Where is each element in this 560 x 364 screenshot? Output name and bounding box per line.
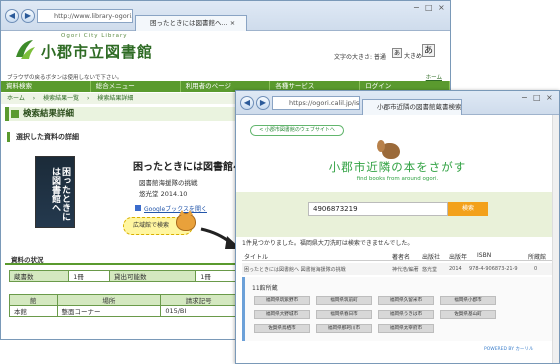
browser-tab[interactable]: 小郡市近隣の図書館蔵書検索 ×: [362, 99, 462, 115]
breadcrumb-separator: ›: [32, 95, 36, 102]
calil-page-title: 小郡市近隣の本をさがす: [328, 160, 467, 174]
close-icon[interactable]: ×: [438, 3, 445, 12]
column-header-location: 場所: [56, 294, 162, 306]
holdings-count-table: 蔵書数 1冊 貸出可能数 1冊: [8, 270, 237, 282]
column-header-holdings: 所蔵館: [528, 254, 547, 261]
column-header-branch: 館: [9, 294, 58, 306]
library-chip[interactable]: 福岡県大野城市: [254, 310, 310, 319]
column-header-year: 出版年: [449, 254, 468, 261]
notice-bar: ブラウザの戻るボタンは使用しないで下さい。 ホーム: [1, 73, 450, 81]
location-table: 館 場所 請求記号 本館 整面コーナー 015/BI: [9, 294, 237, 317]
address-bar[interactable]: http://www.library-ogori.jp/: [37, 9, 133, 23]
search-button[interactable]: 検索: [448, 202, 488, 216]
column-header-title: タイトル: [244, 254, 269, 261]
cell-year: 2014: [449, 266, 462, 272]
forward-button[interactable]: ▶: [21, 9, 35, 23]
column-header-publisher: 出版社: [422, 254, 441, 261]
holdings-heading: 資料の状況: [5, 255, 235, 265]
column-header-call-number: 請求記号: [160, 294, 237, 306]
available-label: 貸出可能数: [108, 270, 197, 282]
browser-tab[interactable]: 困ったときには図書館へ... ×: [135, 15, 247, 31]
close-icon[interactable]: ×: [546, 93, 553, 102]
holdings-value: 1冊: [68, 270, 110, 282]
library-system-name: 11館所蔵: [252, 285, 278, 292]
calil-browser-window: ◀ ▶ https://ogori.calil.jp/isbn 小郡市近隣の図書…: [235, 90, 560, 364]
library-chip[interactable]: 佐賀県基山町: [440, 310, 496, 319]
book-icon: [135, 205, 141, 211]
library-chip[interactable]: 福岡県那珂川市: [316, 324, 372, 333]
forward-button[interactable]: ▶: [256, 96, 270, 110]
cover-title: 困ったときには図書館へ: [50, 167, 70, 221]
library-chip[interactable]: 福岡県筑紫野市: [254, 296, 310, 305]
google-books-label: Googleブックスを開く: [144, 206, 207, 213]
cell-title[interactable]: 困ったときには図書館へ 図書館海援隊の挑戦: [244, 266, 346, 273]
browser-chrome: ◀ ▶ http://www.library-ogori.jp/ 困ったときには…: [1, 1, 450, 31]
results-table-header: タイトル 著者名 出版社 出版年 ISBN 所蔵館: [242, 251, 552, 261]
breadcrumb-home[interactable]: ホーム: [7, 95, 25, 102]
breadcrumb-separator: ›: [87, 95, 90, 102]
table-row[interactable]: 困ったときには図書館へ 図書館海援隊の挑戦 神代浩/編著 悠光堂 2014 97…: [242, 263, 552, 275]
nav-item-menu[interactable]: 総合メニュー: [91, 81, 181, 92]
fontsize-large-button[interactable]: あ: [422, 44, 435, 57]
library-chip[interactable]: 福岡県太宰府市: [378, 324, 434, 333]
cell-location: 整面コーナー: [56, 305, 162, 317]
section-heading-detail: 選択した資料の詳細: [7, 132, 79, 142]
home-link[interactable]: ホーム: [426, 73, 442, 81]
scrollbar[interactable]: [552, 115, 559, 363]
book-author: 図書館海援隊の挑戦: [139, 179, 198, 187]
isbn-search-input[interactable]: 4906873219: [308, 202, 448, 216]
book-cover-image: 困ったときには図書館へ: [35, 156, 75, 228]
book-title: 困ったときには図書館へ: [133, 162, 243, 173]
table-row: 本館 整面コーナー 015/BI: [9, 305, 237, 317]
calil-subtitle: find books from around ogori.: [356, 176, 439, 182]
minimize-icon[interactable]: −: [413, 3, 420, 12]
heading-icon: [11, 110, 19, 118]
nav-item-search[interactable]: 資料検索: [1, 81, 91, 92]
back-to-library-site-link[interactable]: < 小郡市図書館のウェブサイトへ: [250, 125, 344, 136]
cell-branch: 本館: [9, 305, 58, 317]
library-chip[interactable]: 佐賀県鳥栖市: [254, 324, 310, 333]
library-chip[interactable]: 福岡県春日市: [316, 310, 372, 319]
browser-chrome: ◀ ▶ https://ogori.calil.jp/isbn 小郡市近隣の図書…: [236, 91, 559, 115]
logo-english: Ogori City Library: [61, 33, 128, 39]
library-logo-text[interactable]: 小郡市立図書館: [41, 41, 153, 62]
column-header-isbn: ISBN: [477, 252, 492, 259]
maximize-icon[interactable]: □: [425, 3, 433, 12]
cat-mascot-icon: [176, 210, 196, 231]
fontsize-large-label: 大きめ: [404, 53, 423, 60]
back-button[interactable]: ◀: [5, 9, 19, 23]
cell-holdings: 0: [534, 266, 538, 272]
cell-isbn: 978-4-906873-21-9: [469, 266, 518, 272]
fontsize-normal-button[interactable]: あ: [392, 48, 402, 58]
site-header: Ogori City Library 小郡市立図書館 文字の大きさ: 普通 あ …: [1, 31, 450, 73]
fontsize-label: 文字の大きさ: 普通: [334, 54, 386, 61]
page-title: 検索結果詳細: [5, 107, 235, 121]
library-chip[interactable]: 福岡県筑前町: [316, 296, 372, 305]
available-value: 1冊: [195, 270, 237, 282]
library-logo-icon: [16, 40, 35, 59]
column-header-author: 著者名: [392, 254, 411, 261]
address-bar[interactable]: https://ogori.calil.jp/isbn: [272, 96, 360, 110]
back-button[interactable]: ◀: [240, 96, 254, 110]
minimize-icon[interactable]: −: [521, 93, 528, 102]
powered-by-calil[interactable]: POWERED BY カーリル: [484, 346, 533, 352]
cell-call-number: 015/BI: [160, 305, 237, 317]
cell-author: 神代浩/編著: [392, 267, 419, 273]
google-books-link[interactable]: Googleブックスを開く: [135, 204, 207, 213]
breadcrumb-current: 検索結果詳細: [97, 95, 134, 102]
holdings-label: 蔵書数: [8, 270, 70, 282]
breadcrumb-results[interactable]: 検索結果一覧: [43, 95, 79, 102]
library-chip[interactable]: 福岡県久留米市: [378, 296, 434, 305]
library-chip[interactable]: 福岡県小郡市: [440, 296, 496, 305]
maximize-icon[interactable]: □: [533, 93, 541, 102]
book-publisher: 悠光堂 2014.10: [139, 190, 188, 198]
result-message: 1件見つかりました。福岡県大刀洗町は検索できませんでした。: [242, 240, 414, 247]
cell-publisher: 悠光堂: [422, 267, 438, 273]
squirrel-logo-icon: [377, 140, 400, 159]
library-chip[interactable]: 福岡県うきは市: [378, 310, 434, 319]
